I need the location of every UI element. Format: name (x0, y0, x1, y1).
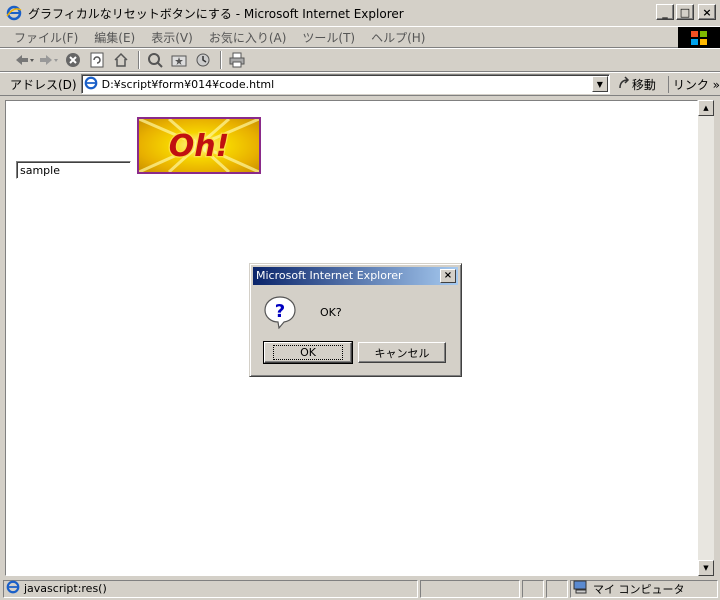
vertical-scrollbar[interactable]: ▲ ▼ (698, 100, 714, 576)
address-bar: アドレス(D) D:¥script¥form¥014¥code.html ▼ 移… (0, 72, 720, 96)
page-icon (84, 76, 98, 93)
stop-icon[interactable] (62, 50, 84, 70)
dialog-message: OK? (320, 306, 342, 319)
home-icon[interactable] (110, 50, 132, 70)
status-text: javascript:res() (24, 582, 107, 595)
go-arrow-icon (618, 75, 632, 93)
menu-file[interactable]: ファイル(F) (14, 29, 78, 46)
sample-text-input[interactable]: sample (16, 161, 131, 179)
windows-logo-icon (678, 27, 720, 49)
go-label: 移動 (631, 77, 656, 92)
menu-edit[interactable]: 編集(E) (94, 29, 135, 46)
menu-view[interactable]: 表示(V) (151, 29, 193, 46)
status-zone: マイ コンピュータ (593, 582, 685, 596)
back-icon[interactable] (14, 50, 36, 70)
address-input[interactable]: D:¥script¥form¥014¥code.html ▼ (80, 74, 610, 94)
address-label: アドレス(D) (10, 77, 77, 92)
cancel-button[interactable]: キャンセル (358, 342, 446, 363)
minimize-icon: _ (662, 5, 668, 19)
address-value: D:¥script¥form¥014¥code.html (101, 77, 275, 91)
maximize-icon: □ (679, 5, 691, 19)
confirm-dialog: Microsoft Internet Explorer × ? OK? OK キ… (249, 263, 462, 377)
ok-label: OK (273, 345, 343, 360)
go-button[interactable]: 移動 (618, 75, 656, 93)
ok-button[interactable]: OK (263, 341, 353, 364)
forward-icon[interactable] (38, 50, 60, 70)
dialog-title: Microsoft Internet Explorer (256, 269, 403, 282)
maximize-button[interactable]: □ (676, 4, 694, 20)
menu-bar: ファイル(F) 編集(E) 表示(V) お気に入り(A) ツール(T) ヘルプ(… (0, 26, 720, 49)
scroll-down-icon[interactable]: ▼ (698, 560, 714, 576)
print-icon[interactable] (226, 50, 248, 70)
links-button[interactable]: リンク » (667, 75, 720, 93)
svg-text:?: ? (275, 301, 285, 322)
standard-toolbar (0, 48, 720, 72)
close-icon: × (443, 270, 453, 281)
status-progress-panel (420, 579, 520, 598)
status-zone-panel: マイ コンピュータ (570, 579, 718, 598)
menu-help[interactable]: ヘルプ(H) (371, 29, 425, 46)
close-button[interactable]: × (698, 4, 716, 20)
question-icon: ? (263, 295, 297, 330)
toolbar-separator (220, 51, 222, 69)
dialog-title-bar[interactable]: Microsoft Internet Explorer × (253, 267, 458, 285)
menu-favorites[interactable]: お気に入り(A) (209, 29, 287, 46)
status-bar: javascript:res() マイ コンピュータ (0, 577, 720, 600)
oh-image-reset-button[interactable]: Oh! (137, 117, 261, 174)
menu-tools[interactable]: ツール(T) (302, 29, 355, 46)
address-dropdown-icon[interactable]: ▼ (591, 76, 608, 92)
scroll-up-icon[interactable]: ▲ (698, 100, 714, 116)
toolbar-separator (138, 51, 140, 69)
history-icon[interactable] (192, 50, 214, 70)
dialog-close-button[interactable]: × (440, 269, 456, 283)
minimize-button[interactable]: _ (656, 4, 674, 20)
search-icon[interactable] (144, 50, 166, 70)
window-title-bar[interactable]: グラフィカルなリセットボタンにする - Microsoft Internet E… (0, 0, 720, 26)
ie-icon (6, 5, 22, 21)
refresh-icon[interactable] (86, 50, 108, 70)
computer-icon (573, 580, 589, 597)
close-icon: × (702, 5, 712, 19)
favorites-icon[interactable] (168, 50, 190, 70)
oh-button-text: Oh! (169, 129, 230, 164)
status-page-icon (6, 580, 20, 597)
status-lock-panel (522, 579, 544, 598)
status-extra-panel (546, 579, 568, 598)
status-text-panel: javascript:res() (3, 579, 418, 598)
window-title: グラフィカルなリセットボタンにする - Microsoft Internet E… (28, 6, 404, 21)
